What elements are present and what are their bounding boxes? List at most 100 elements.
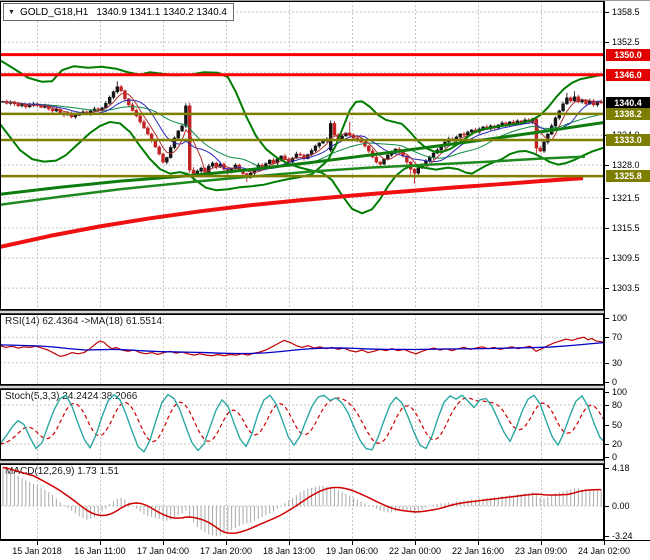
time-tick-mark: [289, 541, 290, 545]
candle-body: [565, 97, 569, 105]
candle-body: [180, 125, 184, 132]
ohlc-quote-label: 1340.9 1341.1 1340.2 1340.4: [96, 6, 227, 18]
candle-body: [317, 142, 321, 147]
candle-body: [210, 162, 215, 167]
tick-mark: [605, 12, 609, 13]
candle-body: [16, 103, 20, 107]
macd-tick-label: 0.00: [612, 501, 630, 511]
symbol-label: GOLD_G18,H1: [19, 6, 89, 18]
time-tick-label: 15 Jan 2018: [12, 546, 62, 556]
price-tick-label: 1303.5: [612, 283, 640, 294]
tick-mark: [605, 457, 609, 458]
chart-window: ▼ GOLD_G18,H1 1340.9 1341.1 1340.2 1340.…: [0, 0, 650, 560]
rsi-tick-label: 0: [612, 377, 618, 387]
stoch-tick-label: 0: [612, 452, 618, 462]
tick-mark: [605, 165, 609, 167]
time-tick-mark: [604, 541, 605, 545]
candle-body: [458, 133, 462, 138]
panel-splitter-3[interactable]: [0, 460, 650, 464]
stoch-tick-label: 80: [612, 400, 623, 410]
candle-body: [161, 153, 165, 163]
candle-body: [462, 133, 466, 136]
rsi-tick-label: 70: [612, 332, 623, 343]
time-tick-mark: [478, 541, 479, 545]
macd-tick-label: 4.18: [612, 462, 630, 473]
candle-body: [412, 168, 417, 174]
time-tick-label: 24 Jan 02:00: [577, 546, 631, 556]
price-tick-label: 1358.5: [612, 7, 640, 17]
candle-body: [123, 90, 127, 100]
time-tick-mark: [226, 541, 227, 545]
tick-mark: [605, 288, 609, 290]
chevron-down-icon[interactable]: ▼: [8, 9, 15, 16]
rsi-tick-label: 30: [612, 357, 623, 368]
rsi-canvas[interactable]: [0, 314, 604, 385]
candle-body: [115, 86, 120, 93]
candle-body: [374, 156, 379, 163]
candle-body: [561, 103, 565, 112]
candle-body: [157, 146, 161, 155]
rsi-tick-label: 100: [612, 313, 628, 323]
time-tick-mark: [100, 541, 101, 545]
rsi-panel: RSI(14) 62.4364 ->MA(18) 61.5514: [0, 314, 604, 385]
candle-body: [378, 161, 382, 165]
main-chart-panel: ▼ GOLD_G18,H1 1340.9 1341.1 1340.2 1340.…: [0, 1, 604, 310]
price-level-badge: 1338.2: [606, 107, 650, 120]
tick-mark: [605, 392, 609, 393]
tick-mark: [605, 467, 609, 469]
main-chart-canvas[interactable]: [0, 1, 604, 310]
stoch-tick-label: 100: [612, 387, 628, 397]
panel-splitter-1[interactable]: [0, 310, 650, 314]
price-axis[interactable]: 1358.51352.51334.01328.01321.51315.51309…: [604, 1, 650, 541]
candle-body: [20, 104, 24, 107]
candle-body: [500, 122, 504, 126]
candle-body: [386, 154, 390, 160]
time-tick-label: 22 Jan 00:00: [388, 546, 442, 556]
tick-mark: [605, 227, 609, 229]
candle-body: [542, 141, 546, 152]
candle-body: [313, 145, 318, 151]
time-tick-label: 16 Jan 11:00: [74, 546, 126, 556]
candle-body: [138, 115, 142, 123]
tick-mark: [605, 444, 609, 445]
time-tick-label: 22 Jan 16:00: [451, 546, 505, 556]
candle-body: [107, 97, 112, 104]
tick-mark: [605, 42, 609, 44]
candle-body: [367, 145, 371, 152]
candle-body: [268, 159, 272, 164]
ma-red-thick-line: [0, 176, 584, 249]
price-tick-label: 1352.5: [612, 37, 640, 48]
candle-body: [332, 123, 337, 136]
tick-mark: [605, 506, 609, 507]
candle-body: [298, 153, 302, 156]
chart-title: ▼ GOLD_G18,H1 1340.9 1341.1 1340.2 1340.…: [3, 3, 234, 21]
candle-body: [54, 109, 59, 112]
stochastic-canvas[interactable]: [0, 389, 604, 460]
candle-body: [572, 96, 577, 102]
price-level-badge: 1346.0: [606, 68, 650, 81]
tick-mark: [605, 535, 609, 537]
macd-canvas[interactable]: [0, 464, 604, 540]
tick-mark: [605, 405, 609, 406]
candle-body: [569, 97, 573, 102]
panel-splitter-2[interactable]: [0, 385, 650, 389]
macd-signal-line: [2, 466, 602, 535]
time-tick-label: 19 Jan 06:00: [325, 546, 379, 556]
candle-body: [153, 140, 158, 148]
time-axis[interactable]: 15 Jan 2018 16 Jan 11:00 17 Jan 04:00 17 Ja…: [0, 540, 650, 560]
candle-body: [283, 155, 287, 160]
time-tick-mark: [37, 541, 38, 545]
stoch-k-line: [0, 393, 604, 453]
price-level-badge: 1325.8: [606, 170, 650, 183]
candle-body: [73, 115, 78, 118]
candle-body: [340, 135, 344, 140]
tick-mark: [605, 362, 609, 364]
candle-body: [538, 147, 542, 152]
time-tick-mark: [163, 541, 164, 545]
stoch-tick-label: 50: [612, 419, 623, 430]
price-tick-label: 1328.0: [612, 160, 640, 171]
candle-body: [187, 105, 192, 171]
tick-mark: [605, 382, 609, 383]
candle-body: [553, 117, 558, 127]
candle-body: [176, 130, 180, 139]
